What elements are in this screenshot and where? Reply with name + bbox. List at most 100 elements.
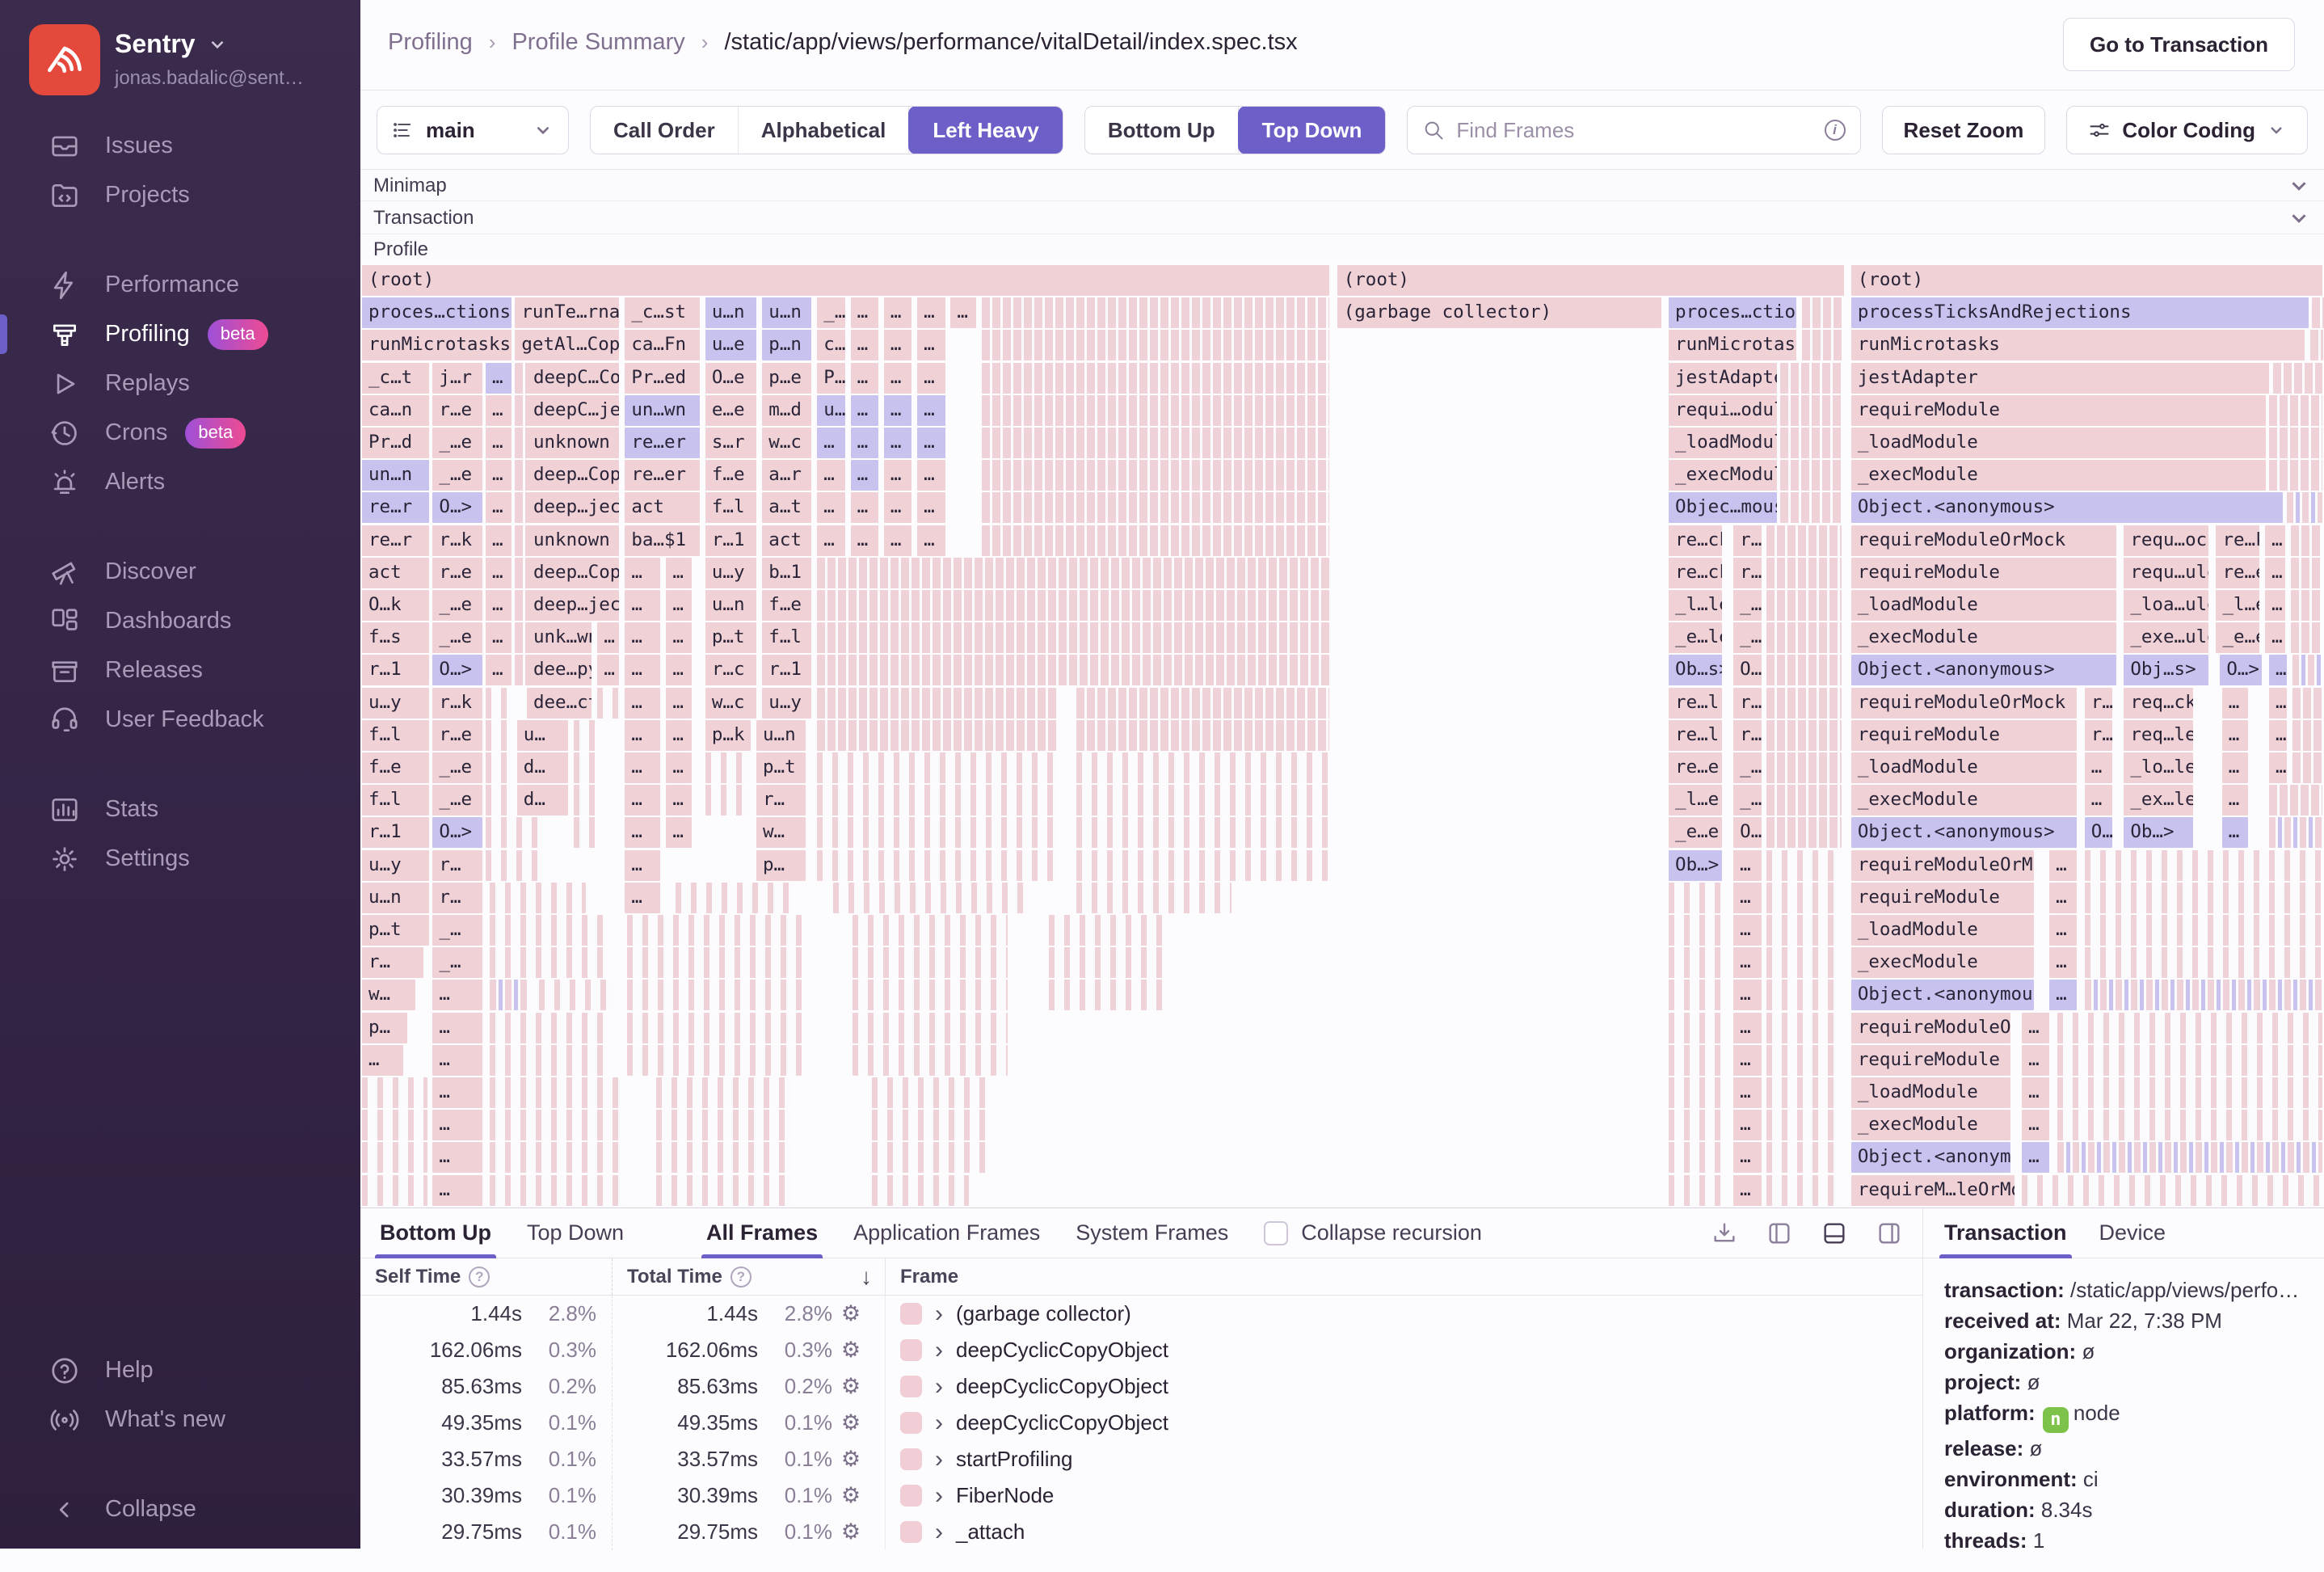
flame-frame[interactable]: …	[625, 785, 661, 816]
flame-frame[interactable]: …	[2269, 687, 2288, 719]
flame-frame[interactable]: getAl…Copy	[515, 330, 620, 361]
flame-frame[interactable]: _…	[1733, 590, 1762, 621]
flame-frame[interactable]: …	[817, 428, 845, 458]
flame-frame[interactable]: ba…$1	[625, 525, 701, 556]
flame-frame[interactable]: O…>	[2220, 655, 2262, 686]
flame-frame[interactable]: …	[485, 362, 512, 394]
flame-frame[interactable]: c…	[817, 330, 845, 361]
flame-frame[interactable]: r…	[1733, 719, 1762, 751]
search-input[interactable]	[1456, 117, 1813, 143]
flame-frame[interactable]: r…1	[762, 655, 812, 686]
flame-frame[interactable]: …	[2084, 752, 2113, 783]
flame-frame[interactable]: r…	[2084, 687, 2113, 719]
flame-frame[interactable]: …	[2269, 719, 2288, 751]
flame-frame[interactable]: deep…ject	[526, 590, 620, 621]
flame-frame[interactable]: Obj…s>	[2124, 655, 2209, 686]
flame-frame[interactable]: dee…ct	[526, 687, 592, 719]
table-row[interactable]: 85.63ms 0.2% 85.63ms 0.2% ⚙ › deepCyclicCopyOb…	[360, 1368, 1922, 1405]
go-to-transaction-button[interactable]: Go to Transaction	[2062, 18, 2295, 71]
flame-frame[interactable]: …	[2022, 1044, 2050, 1076]
flame-frame[interactable]: …	[2265, 525, 2285, 556]
sidebar-item-help[interactable]: Help	[0, 1346, 360, 1395]
flame-frame[interactable]: _loadModule	[1850, 1077, 2010, 1108]
flame-frame[interactable]: …	[850, 525, 878, 556]
flame-frame[interactable]: jestAdapter	[1669, 362, 1777, 394]
flame-frame[interactable]: …	[485, 394, 512, 426]
flame-frame[interactable]: …	[883, 362, 912, 394]
flame-frame[interactable]: u…	[516, 719, 569, 751]
flame-frame[interactable]: m…d	[762, 394, 812, 426]
flame-frame[interactable]: r…	[1733, 525, 1762, 556]
flame-frame[interactable]: p…t	[362, 915, 429, 946]
flame-frame[interactable]: s…r	[705, 428, 757, 458]
expand-chevron-icon[interactable]: ›	[935, 1338, 943, 1363]
flame-frame[interactable]: …	[2049, 882, 2078, 913]
flame-frame[interactable]: r…	[756, 785, 806, 816]
sidebar-item-settings[interactable]: Settings	[0, 834, 360, 883]
flame-frame[interactable]: …	[432, 1174, 482, 1206]
flame-frame[interactable]: O…k	[362, 590, 429, 621]
flame-frame[interactable]: …	[625, 817, 661, 849]
flame-frame[interactable]: r…k	[432, 687, 482, 719]
flame-frame[interactable]: e…e	[705, 394, 757, 426]
flame-frame[interactable]: O…>	[432, 492, 482, 524]
flame-frame[interactable]: re…e	[1669, 752, 1723, 783]
flame-frame[interactable]: …	[2022, 1077, 2050, 1108]
flame-frame[interactable]: …	[625, 622, 661, 654]
flame-frame[interactable]: w…	[362, 980, 415, 1011]
flame-frame[interactable]: …	[850, 297, 878, 329]
flame-frame[interactable]: b…1	[762, 557, 812, 588]
flame-frame[interactable]: …	[2221, 719, 2248, 751]
flame-frame[interactable]: runTe…rnal	[515, 297, 620, 329]
sidebar-item-discover[interactable]: Discover	[0, 547, 360, 596]
flame-frame[interactable]: …	[883, 525, 912, 556]
flame-frame[interactable]: …	[625, 849, 661, 881]
flame-frame[interactable]: …	[625, 655, 661, 686]
flame-frame[interactable]: u…y	[362, 849, 429, 881]
flame-frame[interactable]: _…	[1733, 622, 1762, 654]
flame-frame[interactable]: re…k	[2216, 525, 2260, 556]
flame-frame[interactable]: processTicksAndRejections	[1850, 297, 2309, 329]
profile-section-header[interactable]: Profile	[360, 235, 2324, 264]
flame-frame[interactable]: Objec…mous>	[1669, 492, 1777, 524]
chevron-down-icon[interactable]	[2287, 206, 2311, 230]
flame-frame[interactable]: deep…Copy	[526, 557, 620, 588]
flame-frame[interactable]: u…	[817, 394, 845, 426]
flame-frame[interactable]: …	[917, 525, 945, 556]
flame-frame[interactable]: _l…le	[1669, 590, 1723, 621]
tab-all-frames[interactable]: All Frames	[701, 1208, 823, 1258]
flame-frame[interactable]: …	[2265, 622, 2285, 654]
flame-frame[interactable]: w…	[756, 817, 806, 849]
flame-frame[interactable]: …	[2049, 849, 2078, 881]
org-switcher[interactable]: Sentry jonas.badalic@sent…	[29, 24, 304, 95]
tab-application-frames[interactable]: Application Frames	[853, 1208, 1040, 1258]
flame-frame[interactable]: _…e	[432, 460, 482, 491]
flame-frame[interactable]: …	[850, 362, 878, 394]
expand-chevron-icon[interactable]: ›	[935, 1302, 943, 1326]
flame-frame[interactable]: f…l	[762, 622, 812, 654]
flame-frame[interactable]: runMicrotasks	[1669, 330, 1797, 361]
help-circle-icon[interactable]: ?	[469, 1266, 490, 1288]
flame-frame[interactable]: requireModule	[1850, 719, 2078, 751]
flame-frame[interactable]: u…n	[705, 590, 757, 621]
expand-chevron-icon[interactable]: ›	[935, 1484, 943, 1508]
flame-frame[interactable]: _execModule	[1850, 460, 2266, 491]
flame-frame[interactable]: r…1	[705, 525, 757, 556]
sort-arrow-icon[interactable]: ↓	[861, 1264, 872, 1290]
transaction-section-header[interactable]: Transaction	[360, 202, 2324, 234]
flame-frame[interactable]: …	[432, 1077, 482, 1108]
flame-frame[interactable]: …	[625, 882, 661, 913]
flame-frame[interactable]: …	[1733, 1110, 1762, 1141]
flame-frame[interactable]: …	[850, 492, 878, 524]
flame-frame[interactable]: act	[362, 557, 429, 588]
flame-frame[interactable]: …	[485, 492, 512, 524]
flame-frame[interactable]: p…e	[762, 362, 812, 394]
flame-frame[interactable]: …	[1733, 1174, 1762, 1206]
reset-zoom-button[interactable]: Reset Zoom	[1881, 106, 2046, 154]
flame-frame[interactable]: …	[850, 428, 878, 458]
flame-frame[interactable]: …	[666, 817, 693, 849]
flame-frame[interactable]: _…	[432, 915, 482, 946]
flame-frame[interactable]: _execModule	[1850, 785, 2078, 816]
flame-frame[interactable]: …	[2269, 655, 2288, 686]
flame-frame[interactable]: …	[485, 460, 512, 491]
